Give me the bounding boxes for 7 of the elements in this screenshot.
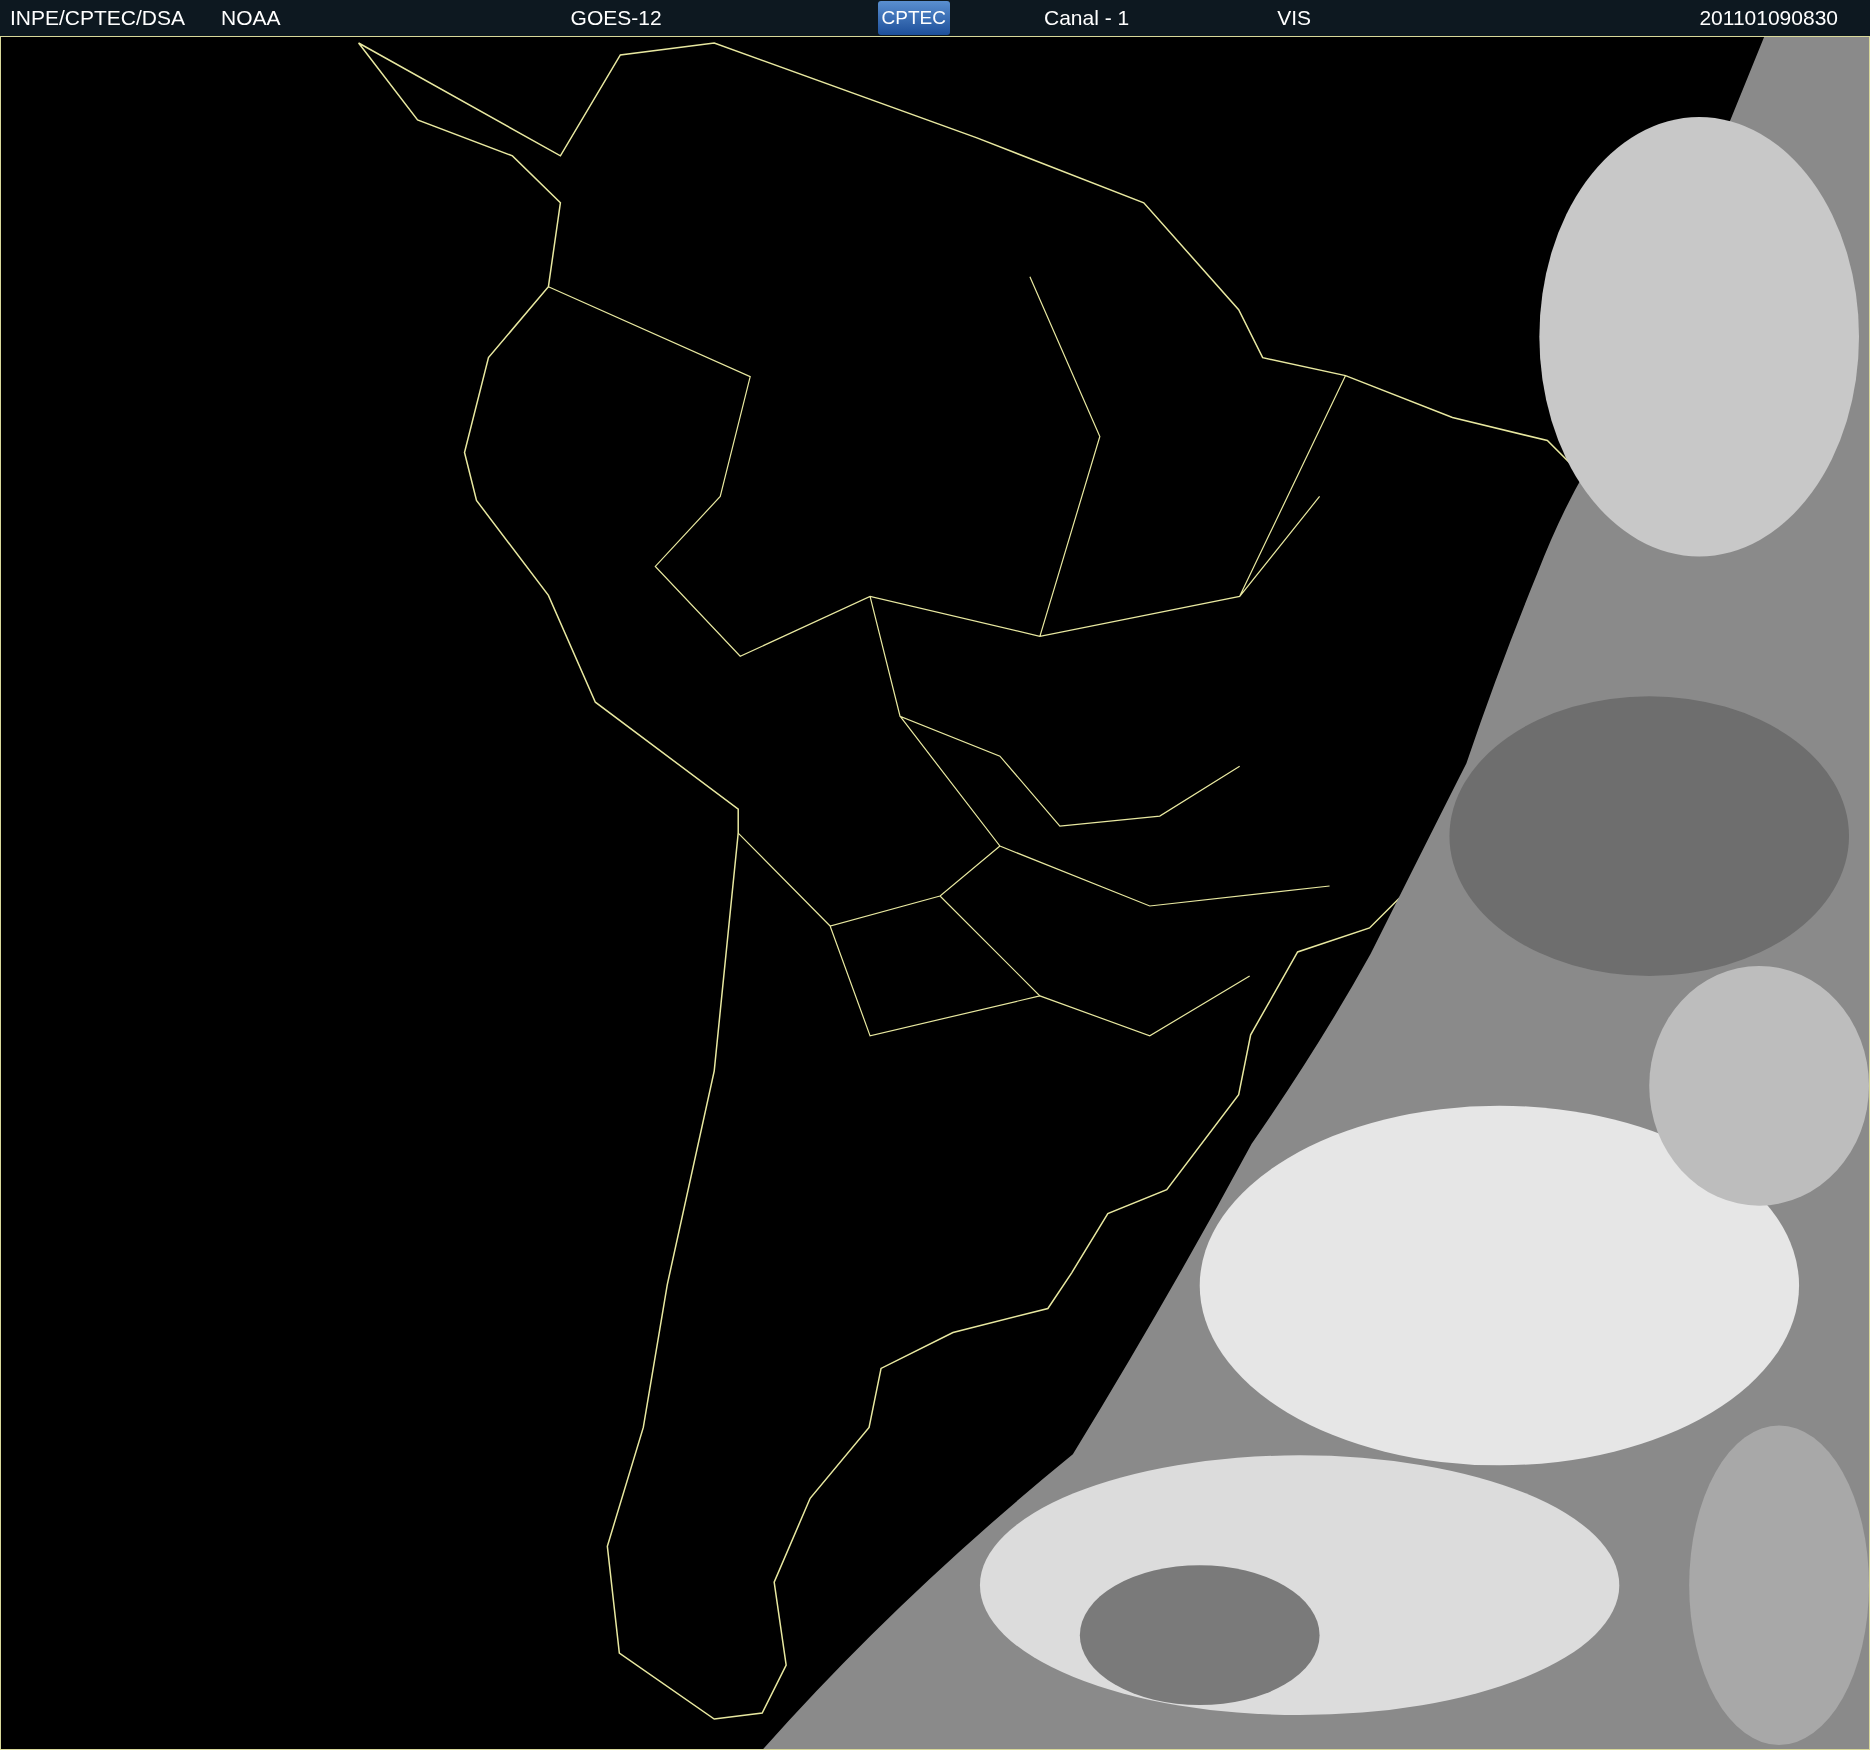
source-label: INPE/CPTEC/DSA	[10, 6, 186, 30]
band-label: VIS	[1277, 6, 1312, 30]
agency-label: NOAA	[221, 6, 281, 30]
logo: CPTEC	[877, 1, 950, 35]
satellite-label: GOES-12	[570, 6, 662, 30]
channel-label: Canal - 1	[1044, 6, 1130, 30]
timestamp-label: 201101090830	[1699, 6, 1838, 30]
